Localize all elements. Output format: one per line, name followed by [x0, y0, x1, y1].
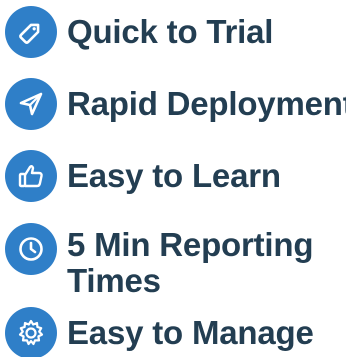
feature-item-rapid-deployment: Rapid Deployment	[5, 78, 346, 130]
feature-label: Quick to Trial	[67, 13, 274, 50]
clock-icon	[5, 223, 57, 275]
gear-icon	[5, 307, 57, 357]
paper-plane-icon	[5, 78, 57, 130]
feature-label: Rapid Deployment	[67, 85, 346, 122]
price-tag-icon	[5, 6, 57, 58]
feature-item-quick-to-trial: Quick to Trial	[5, 6, 273, 58]
feature-item-easy-to-learn: Easy to Learn	[5, 150, 281, 202]
feature-label: 5 Min Reporting Times	[67, 226, 314, 299]
thumbs-up-icon	[5, 150, 57, 202]
feature-item-easy-to-manage: Easy to Manage	[5, 307, 314, 357]
feature-label: Easy to Learn	[67, 157, 281, 194]
feature-item-5-min-reporting-times: 5 Min Reporting Times	[5, 223, 337, 299]
feature-label: Easy to Manage	[67, 314, 314, 351]
feature-list: Quick to Trial Rapid Deployment Easy to …	[0, 0, 346, 357]
